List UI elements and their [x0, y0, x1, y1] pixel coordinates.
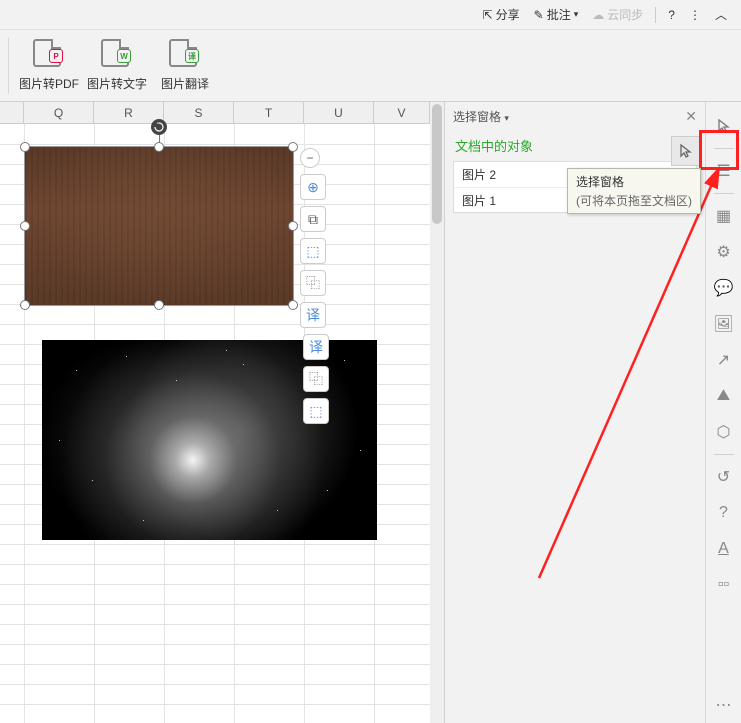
- resize-handle[interactable]: [154, 300, 164, 310]
- panel-title: 选择窗格 ▾: [453, 108, 509, 125]
- image-object-1-selected[interactable]: [24, 146, 294, 306]
- chevron-down-icon[interactable]: ▾: [504, 113, 509, 123]
- vertical-scrollbar[interactable]: [430, 102, 444, 723]
- translate-label: 图片翻译: [161, 75, 209, 92]
- more-icon[interactable]: ⋯: [710, 691, 738, 719]
- separator: [714, 454, 734, 455]
- cloud-icon: ☁: [592, 8, 604, 22]
- close-panel-button[interactable]: ✕: [685, 108, 697, 125]
- resize-handle[interactable]: [20, 221, 30, 231]
- col-header[interactable]: V: [374, 102, 430, 123]
- share-button[interactable]: ⇱ 分享: [477, 3, 526, 26]
- tooltip-desc: (可将本页拖至文档区): [576, 192, 692, 209]
- cursor-tool[interactable]: [710, 112, 738, 140]
- shield-icon[interactable]: ⬡: [710, 418, 738, 446]
- collapse-ribbon-button[interactable]: ︿: [709, 3, 733, 26]
- chat-icon[interactable]: 💬: [710, 274, 738, 302]
- chevron-up-icon: ︿: [715, 6, 727, 23]
- comment-button[interactable]: ✎ 批注 ▾: [528, 3, 585, 26]
- settings-icon[interactable]: ⚙: [710, 238, 738, 266]
- column-headers: Q R S T U V: [0, 102, 444, 124]
- resize-handle[interactable]: [20, 300, 30, 310]
- font-icon[interactable]: A: [710, 535, 738, 563]
- chevron-down-icon: ▾: [574, 9, 579, 20]
- wood-texture: [25, 147, 293, 305]
- resize-handle[interactable]: [288, 300, 298, 310]
- zoom-tool[interactable]: ⊕: [300, 174, 326, 200]
- floating-image-tools-2: 译 ⿻ ⬚: [303, 334, 329, 424]
- cloud-sync-button[interactable]: ☁ 云同步: [586, 3, 649, 26]
- col-header[interactable]: S: [164, 102, 234, 123]
- apps-icon[interactable]: ▫▫: [710, 571, 738, 599]
- col-header-blank[interactable]: [0, 102, 24, 123]
- history-icon[interactable]: ↺: [710, 463, 738, 491]
- comment-label: 批注: [547, 6, 571, 23]
- scroll-thumb[interactable]: [432, 104, 442, 224]
- translate-tool[interactable]: 译: [300, 302, 326, 328]
- ocr-label: 图片转文字: [87, 75, 147, 92]
- image-translate-button[interactable]: 译 图片翻译: [153, 34, 217, 98]
- ribbon-toolbar: P 图片转PDF W 图片转文字 译 图片翻译: [0, 30, 741, 102]
- image-to-pdf-button[interactable]: P 图片转PDF: [17, 34, 81, 98]
- divider: [8, 38, 9, 94]
- share-icon: ⇱: [483, 8, 493, 22]
- cell-grid[interactable]: − ⊕ ⧉ ⬚ ⿻ 译 译 ⿻ ⬚: [0, 124, 444, 723]
- crop-tool[interactable]: ⧉: [300, 206, 326, 232]
- export-icon[interactable]: ↗: [710, 346, 738, 374]
- col-header[interactable]: Q: [24, 102, 94, 123]
- tooltip: 选择窗格 (可将本页拖至文档区): [567, 168, 701, 214]
- col-header[interactable]: T: [234, 102, 304, 123]
- resize-handle[interactable]: [288, 142, 298, 152]
- more-button[interactable]: ⋮: [683, 5, 707, 25]
- separator: [655, 7, 656, 23]
- panel-subtitle: 文档中的对象: [445, 130, 705, 161]
- cloud-label: 云同步: [607, 6, 643, 23]
- side-toolbar: ☰ ▦ ⚙ 💬 🖼 ↗ ⛰ ⬡ ↺ ? A ▫▫ ⋯: [705, 102, 741, 723]
- help-button[interactable]: ?: [662, 5, 681, 25]
- col-header[interactable]: U: [304, 102, 374, 123]
- help-icon: ?: [668, 8, 675, 22]
- translate-tool[interactable]: 译: [303, 334, 329, 360]
- pdf-label: 图片转PDF: [19, 75, 79, 92]
- share-label: 分享: [496, 6, 520, 23]
- ocr-icon: W: [101, 39, 133, 71]
- resize-handle[interactable]: [154, 142, 164, 152]
- image-lib-icon[interactable]: 🖼: [710, 310, 738, 338]
- menu-icon[interactable]: ☰: [710, 157, 738, 185]
- pdf-icon: P: [33, 39, 65, 71]
- tooltip-title: 选择窗格: [576, 173, 692, 190]
- resize-handle[interactable]: [288, 221, 298, 231]
- more-icon: ⋮: [689, 8, 701, 22]
- table-icon[interactable]: ▦: [710, 202, 738, 230]
- separator: [714, 193, 734, 194]
- layout-tool[interactable]: ⬚: [303, 398, 329, 424]
- copy-tool[interactable]: ⿻: [300, 270, 326, 296]
- title-bar: ⇱ 分享 ✎ 批注 ▾ ☁ 云同步 ? ⋮ ︿: [0, 0, 741, 30]
- copy-tool[interactable]: ⿻: [303, 366, 329, 392]
- selection-pane-toggle[interactable]: [671, 136, 701, 166]
- floating-image-tools: − ⊕ ⧉ ⬚ ⿻ 译: [300, 148, 326, 328]
- select-tool[interactable]: ⬚: [300, 238, 326, 264]
- rotate-handle[interactable]: [151, 119, 167, 135]
- translate-icon: 译: [169, 39, 201, 71]
- help-icon[interactable]: ?: [710, 499, 738, 527]
- image-to-text-button[interactable]: W 图片转文字: [85, 34, 149, 98]
- collapse-tool[interactable]: −: [300, 148, 320, 168]
- comment-icon: ✎: [534, 8, 544, 22]
- separator: [714, 148, 734, 149]
- spreadsheet-area[interactable]: Q R S T U V: [0, 102, 445, 723]
- picture-icon[interactable]: ⛰: [710, 382, 738, 410]
- resize-handle[interactable]: [20, 142, 30, 152]
- panel-header: 选择窗格 ▾ ✕: [445, 102, 705, 130]
